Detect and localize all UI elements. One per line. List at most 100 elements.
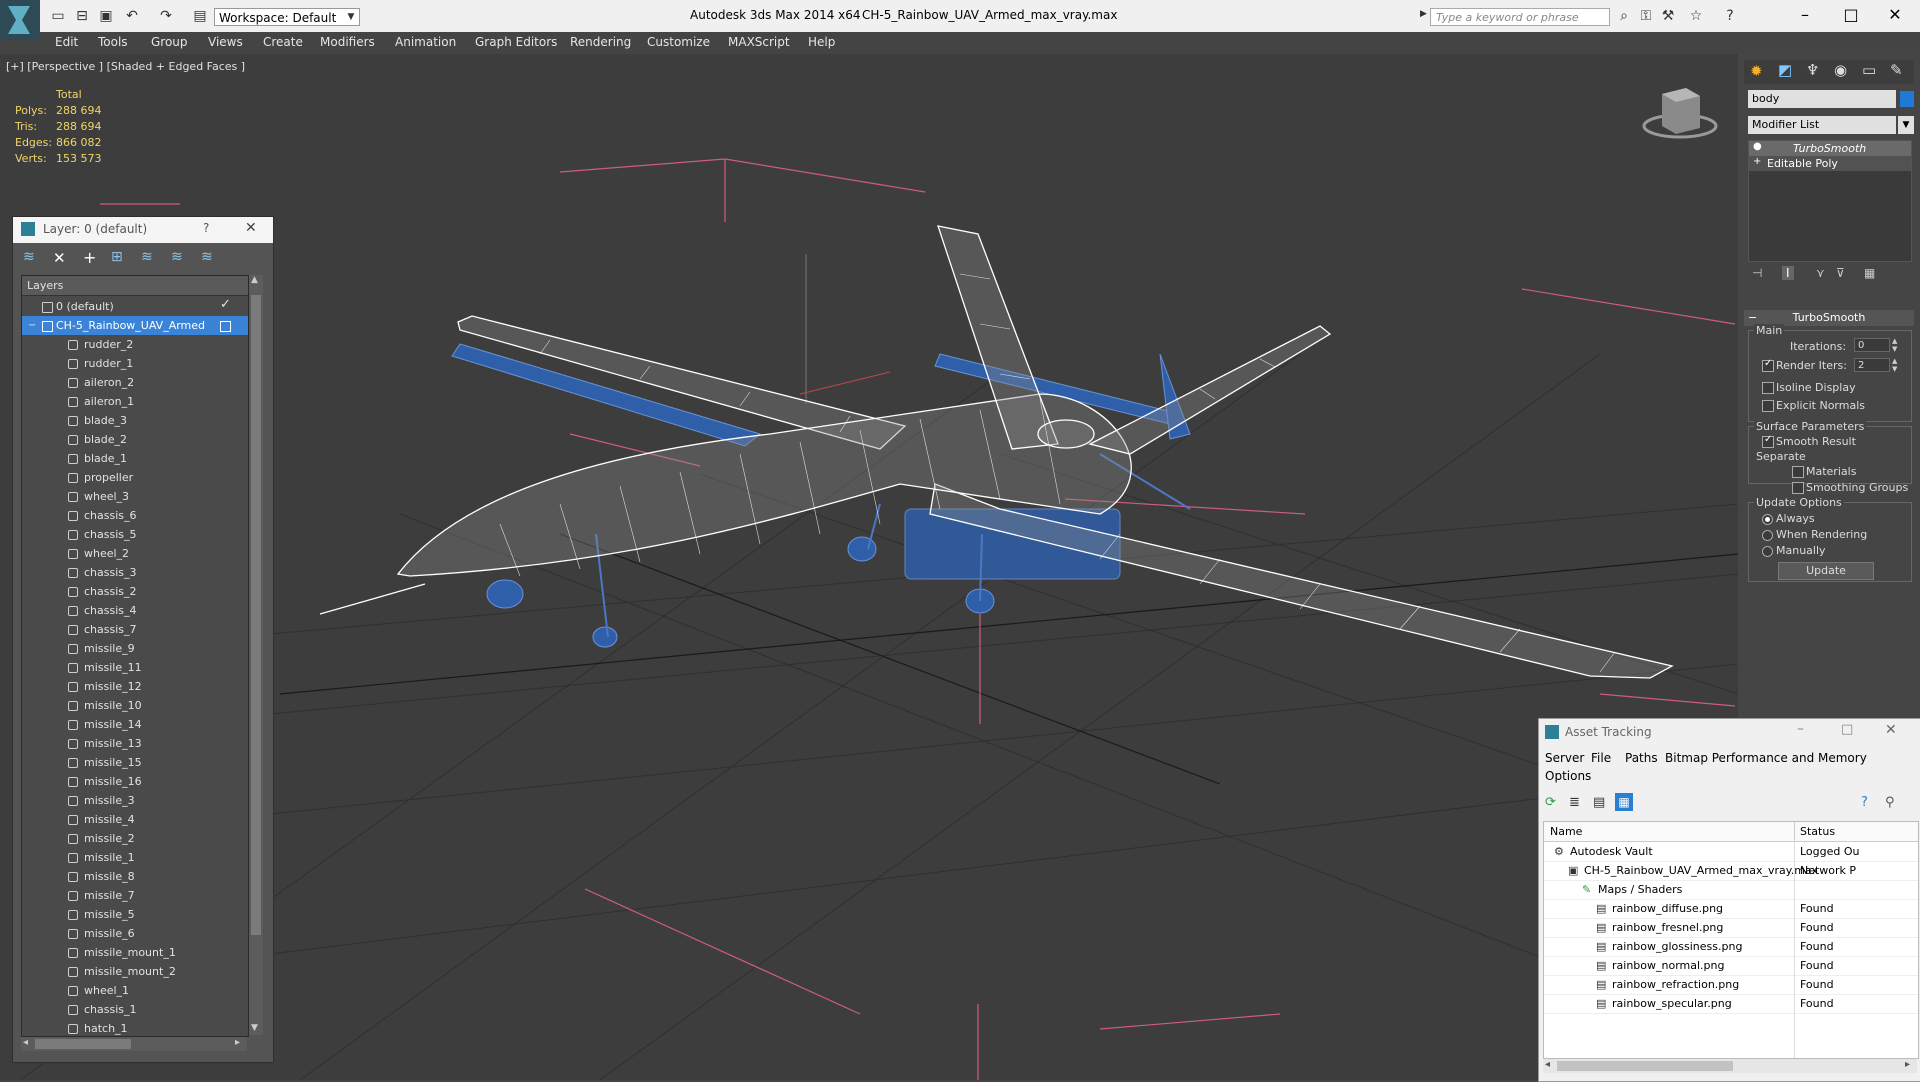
- scroll-thumb[interactable]: [251, 295, 261, 935]
- render-iters-spinner[interactable]: 2: [1854, 358, 1890, 372]
- layer-object-row[interactable]: hatch_1: [22, 1019, 248, 1036]
- layer-current-box[interactable]: [220, 321, 231, 332]
- asset-table[interactable]: Name Status ⚙ Autodesk Vault Logged Ou ▣ CH-…: [1543, 821, 1919, 1059]
- layer-object-row[interactable]: wheel_2: [22, 544, 248, 563]
- key-icon[interactable]: ⚿: [1636, 6, 1656, 26]
- layer-row-selected[interactable]: − CH-5_Rainbow_UAV_Armed: [22, 316, 248, 335]
- name-column-header[interactable]: Name: [1550, 822, 1582, 841]
- status-column-header[interactable]: Status: [1800, 822, 1835, 841]
- explicit-normals-checkbox[interactable]: [1762, 400, 1774, 412]
- layers-list[interactable]: Layers 0 (default) ✓ − CH-5_Rainbow_UAV_…: [21, 275, 249, 1037]
- layer-object-row[interactable]: missile_7: [22, 886, 248, 905]
- exchange-icon[interactable]: ⚒: [1658, 6, 1678, 26]
- open-file-icon[interactable]: ⊟: [72, 6, 92, 26]
- chevron-down-icon[interactable]: ▼: [344, 9, 358, 25]
- layer-object-row[interactable]: missile_15: [22, 753, 248, 772]
- collapse-icon[interactable]: −: [28, 316, 36, 335]
- make-unique-icon[interactable]: ⋎: [1816, 266, 1825, 280]
- asset-row[interactable]: ✎ Maps / Shaders: [1544, 880, 1918, 900]
- delete-layer-icon[interactable]: ✕: [53, 249, 66, 267]
- select-objects-icon[interactable]: ⊞: [111, 249, 123, 265]
- smoothing-groups-checkbox[interactable]: [1792, 482, 1804, 494]
- menu-animation[interactable]: Animation: [395, 35, 456, 49]
- chevron-down-icon[interactable]: ▼: [1898, 116, 1914, 134]
- horizontal-scrollbar[interactable]: ◂ ▸: [21, 1037, 247, 1051]
- asset-horizontal-scrollbar[interactable]: ◂ ▸: [1543, 1059, 1917, 1073]
- asset-row[interactable]: ▤ rainbow_diffuse.png Found: [1544, 899, 1918, 919]
- scroll-right-icon[interactable]: ▸: [235, 1037, 240, 1048]
- menu-bitmap-performance[interactable]: Bitmap Performance and Memory: [1665, 751, 1867, 765]
- asset-row[interactable]: ▤ rainbow_refraction.png Found: [1544, 975, 1918, 995]
- hierarchy-tab-icon[interactable]: ♆: [1806, 61, 1819, 79]
- hscroll-thumb[interactable]: [1557, 1061, 1733, 1071]
- update-button[interactable]: Update: [1778, 562, 1874, 580]
- star-icon[interactable]: ☆: [1686, 6, 1706, 26]
- show-end-result-icon[interactable]: Ⅰ: [1782, 266, 1794, 280]
- menu-rendering[interactable]: Rendering: [570, 35, 631, 49]
- asset-row[interactable]: ▤ rainbow_fresnel.png Found: [1544, 918, 1918, 938]
- close-icon[interactable]: ✕: [1880, 4, 1910, 26]
- asset-row[interactable]: ▤ rainbow_specular.png Found: [1544, 994, 1918, 1014]
- layer-object-row[interactable]: aileron_1: [22, 392, 248, 411]
- motion-tab-icon[interactable]: ◉: [1834, 61, 1847, 79]
- layer-object-row[interactable]: blade_1: [22, 449, 248, 468]
- create-layer-icon[interactable]: ≋: [23, 249, 35, 265]
- layer-object-row[interactable]: missile_16: [22, 772, 248, 791]
- close-icon[interactable]: ✕: [1885, 722, 1897, 738]
- layer-object-row[interactable]: chassis_3: [22, 563, 248, 582]
- scroll-left-icon[interactable]: ◂: [23, 1037, 28, 1048]
- materials-checkbox[interactable]: [1792, 466, 1804, 478]
- render-iters-checkbox[interactable]: ✓: [1762, 358, 1774, 372]
- hide-all-icon[interactable]: ≋: [171, 249, 183, 265]
- vertical-scrollbar[interactable]: ▲ ▼: [249, 275, 263, 1035]
- layer-row-default[interactable]: 0 (default) ✓: [22, 297, 248, 316]
- layer-object-row[interactable]: missile_6: [22, 924, 248, 943]
- new-file-icon[interactable]: ▭: [48, 6, 68, 26]
- viewcube-icon[interactable]: [1642, 88, 1718, 139]
- layer-object-row[interactable]: missile_8: [22, 867, 248, 886]
- highlight-layer-icon[interactable]: ≋: [141, 249, 153, 265]
- help-icon[interactable]: ?: [1861, 795, 1868, 810]
- expand-plus-icon[interactable]: +: [1753, 156, 1761, 167]
- redo-icon[interactable]: ↷: [156, 6, 176, 26]
- menu-group[interactable]: Group: [151, 35, 188, 49]
- asset-tracking-titlebar[interactable]: Asset Tracking – □ ✕: [1539, 719, 1920, 745]
- save-file-icon[interactable]: ▣: [96, 6, 116, 26]
- layer-object-row[interactable]: missile_11: [22, 658, 248, 677]
- object-color-swatch[interactable]: [1900, 91, 1914, 107]
- layer-object-row[interactable]: rudder_1: [22, 354, 248, 373]
- asset-row[interactable]: ⚙ Autodesk Vault Logged Ou: [1544, 842, 1918, 862]
- asset-row[interactable]: ▤ rainbow_glossiness.png Found: [1544, 937, 1918, 957]
- layer-object-row[interactable]: missile_12: [22, 677, 248, 696]
- layer-object-row[interactable]: missile_3: [22, 791, 248, 810]
- layer-object-row[interactable]: wheel_3: [22, 487, 248, 506]
- layer-object-row[interactable]: missile_4: [22, 810, 248, 829]
- layer-object-row[interactable]: missile_1: [22, 848, 248, 867]
- scroll-down-icon[interactable]: ▼: [251, 1023, 258, 1033]
- help-icon[interactable]: ?: [203, 221, 209, 235]
- detail-view-icon[interactable]: ▤: [1593, 795, 1605, 810]
- create-tab-icon[interactable]: ✹: [1750, 62, 1763, 80]
- smooth-result-checkbox[interactable]: ✓: [1762, 434, 1774, 448]
- menu-file[interactable]: File: [1591, 751, 1611, 765]
- asset-row[interactable]: ▣ CH-5_Rainbow_UAV_Armed_max_vray.max Netw…: [1544, 861, 1918, 881]
- layer-object-row[interactable]: missile_mount_1: [22, 943, 248, 962]
- layer-object-row[interactable]: rudder_2: [22, 335, 248, 354]
- minimize-icon[interactable]: –: [1797, 721, 1804, 737]
- menu-tools[interactable]: Tools: [98, 35, 128, 49]
- stack-item-editable-poly[interactable]: + Editable Poly: [1749, 156, 1911, 171]
- layer-object-row[interactable]: missile_13: [22, 734, 248, 753]
- layer-object-row[interactable]: missile_9: [22, 639, 248, 658]
- iterations-spinner[interactable]: 0: [1854, 338, 1890, 352]
- menu-maxscript[interactable]: MAXScript: [728, 35, 790, 49]
- layer-object-row[interactable]: chassis_1: [22, 1000, 248, 1019]
- configure-sets-icon[interactable]: ▦: [1864, 266, 1875, 280]
- maximize-icon[interactable]: □: [1836, 4, 1866, 26]
- menu-options[interactable]: Options: [1545, 769, 1591, 783]
- scroll-right-icon[interactable]: ▸: [1905, 1059, 1910, 1070]
- expand-arrow-icon[interactable]: ▶: [1420, 9, 1428, 25]
- workspace-dropdown[interactable]: Workspace: Default: [214, 8, 360, 26]
- binoculars-icon[interactable]: ⌕: [1614, 6, 1634, 26]
- table-view-icon[interactable]: ▦: [1615, 793, 1633, 811]
- update-always-radio[interactable]: [1762, 514, 1773, 525]
